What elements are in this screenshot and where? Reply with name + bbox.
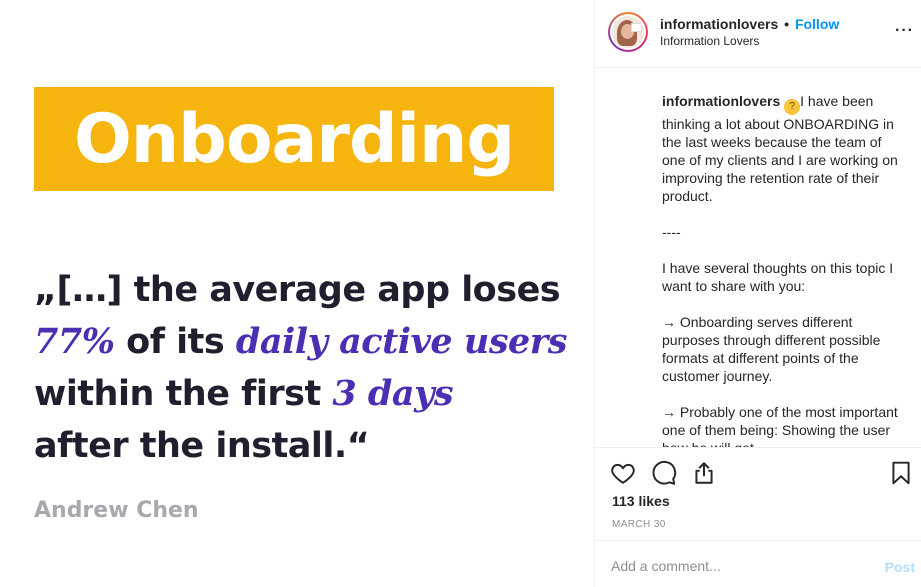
- quote-line-3: within the first 3 days: [34, 368, 579, 420]
- quote-line-3-text: within the first: [34, 374, 333, 414]
- quote-highlight-days: 3 days: [332, 373, 454, 414]
- caption-paragraph-2: ----: [662, 224, 681, 240]
- username-line: informationlovers • Follow: [660, 16, 839, 32]
- caption-paragraph-5: → Probably one of the most important one…: [662, 404, 898, 447]
- onboarding-banner: Onboarding: [34, 87, 554, 191]
- avatar-card: [631, 23, 642, 32]
- quote-line-2-text: of its: [114, 322, 236, 362]
- quote-line-4: after the install.“: [34, 426, 370, 466]
- avatar[interactable]: [608, 12, 648, 52]
- likes-count[interactable]: 113 likes: [612, 493, 670, 509]
- more-options-icon[interactable]: ···: [895, 22, 914, 40]
- quote-author: Andrew Chen: [34, 498, 199, 523]
- quote-line-2: 77% of its daily active users: [34, 316, 579, 368]
- quote-highlight-dau: daily active users: [235, 321, 568, 362]
- post-actions: 113 likes MARCH 30: [595, 447, 921, 540]
- heart-icon[interactable]: [610, 460, 636, 486]
- follow-button[interactable]: Follow: [795, 16, 839, 32]
- quote-text: „[…] the average app loses 77% of its da…: [34, 264, 579, 472]
- caption-text-1: I have been thinking a lot about ONBOARD…: [662, 93, 902, 204]
- quote-highlight-percent: 77%: [34, 321, 115, 362]
- post-image[interactable]: Onboarding „[…] the average app loses 77…: [0, 0, 594, 587]
- banner-title: Onboarding: [73, 99, 515, 179]
- caption: informationlovers ? I have been thinking …: [662, 92, 906, 447]
- separator-dot: •: [784, 16, 790, 32]
- post-comment-button[interactable]: Post: [885, 559, 915, 575]
- bookmark-icon[interactable]: [888, 460, 914, 486]
- avatar-frame: [610, 14, 646, 50]
- caption-paragraph-3: I have several thoughts on this topic I …: [662, 260, 898, 294]
- comment-icon[interactable]: [651, 460, 677, 486]
- caption-paragraph-1: informationlovers ? I have been thinking …: [662, 92, 906, 205]
- post-header: informationlovers • Follow Information L…: [595, 0, 921, 68]
- header-subtitle: Information Lovers: [660, 34, 760, 48]
- caption-scroll-area[interactable]: informationlovers ? I have been thinking …: [595, 68, 921, 447]
- caption-username[interactable]: informationlovers: [662, 93, 780, 109]
- header-username[interactable]: informationlovers: [660, 16, 778, 32]
- thinking-emoji-icon: ?: [784, 99, 801, 115]
- post-sidebar: informationlovers • Follow Information L…: [594, 0, 921, 587]
- comment-input[interactable]: [611, 554, 861, 578]
- comment-box: Post: [595, 540, 921, 587]
- caption-paragraph-4: → Onboarding serves different purposes t…: [662, 314, 885, 384]
- quote-line-1: „[…] the average app loses: [34, 270, 561, 310]
- avatar-photo: [612, 16, 644, 48]
- post-date: MARCH 30: [612, 519, 666, 530]
- share-icon[interactable]: [691, 460, 717, 486]
